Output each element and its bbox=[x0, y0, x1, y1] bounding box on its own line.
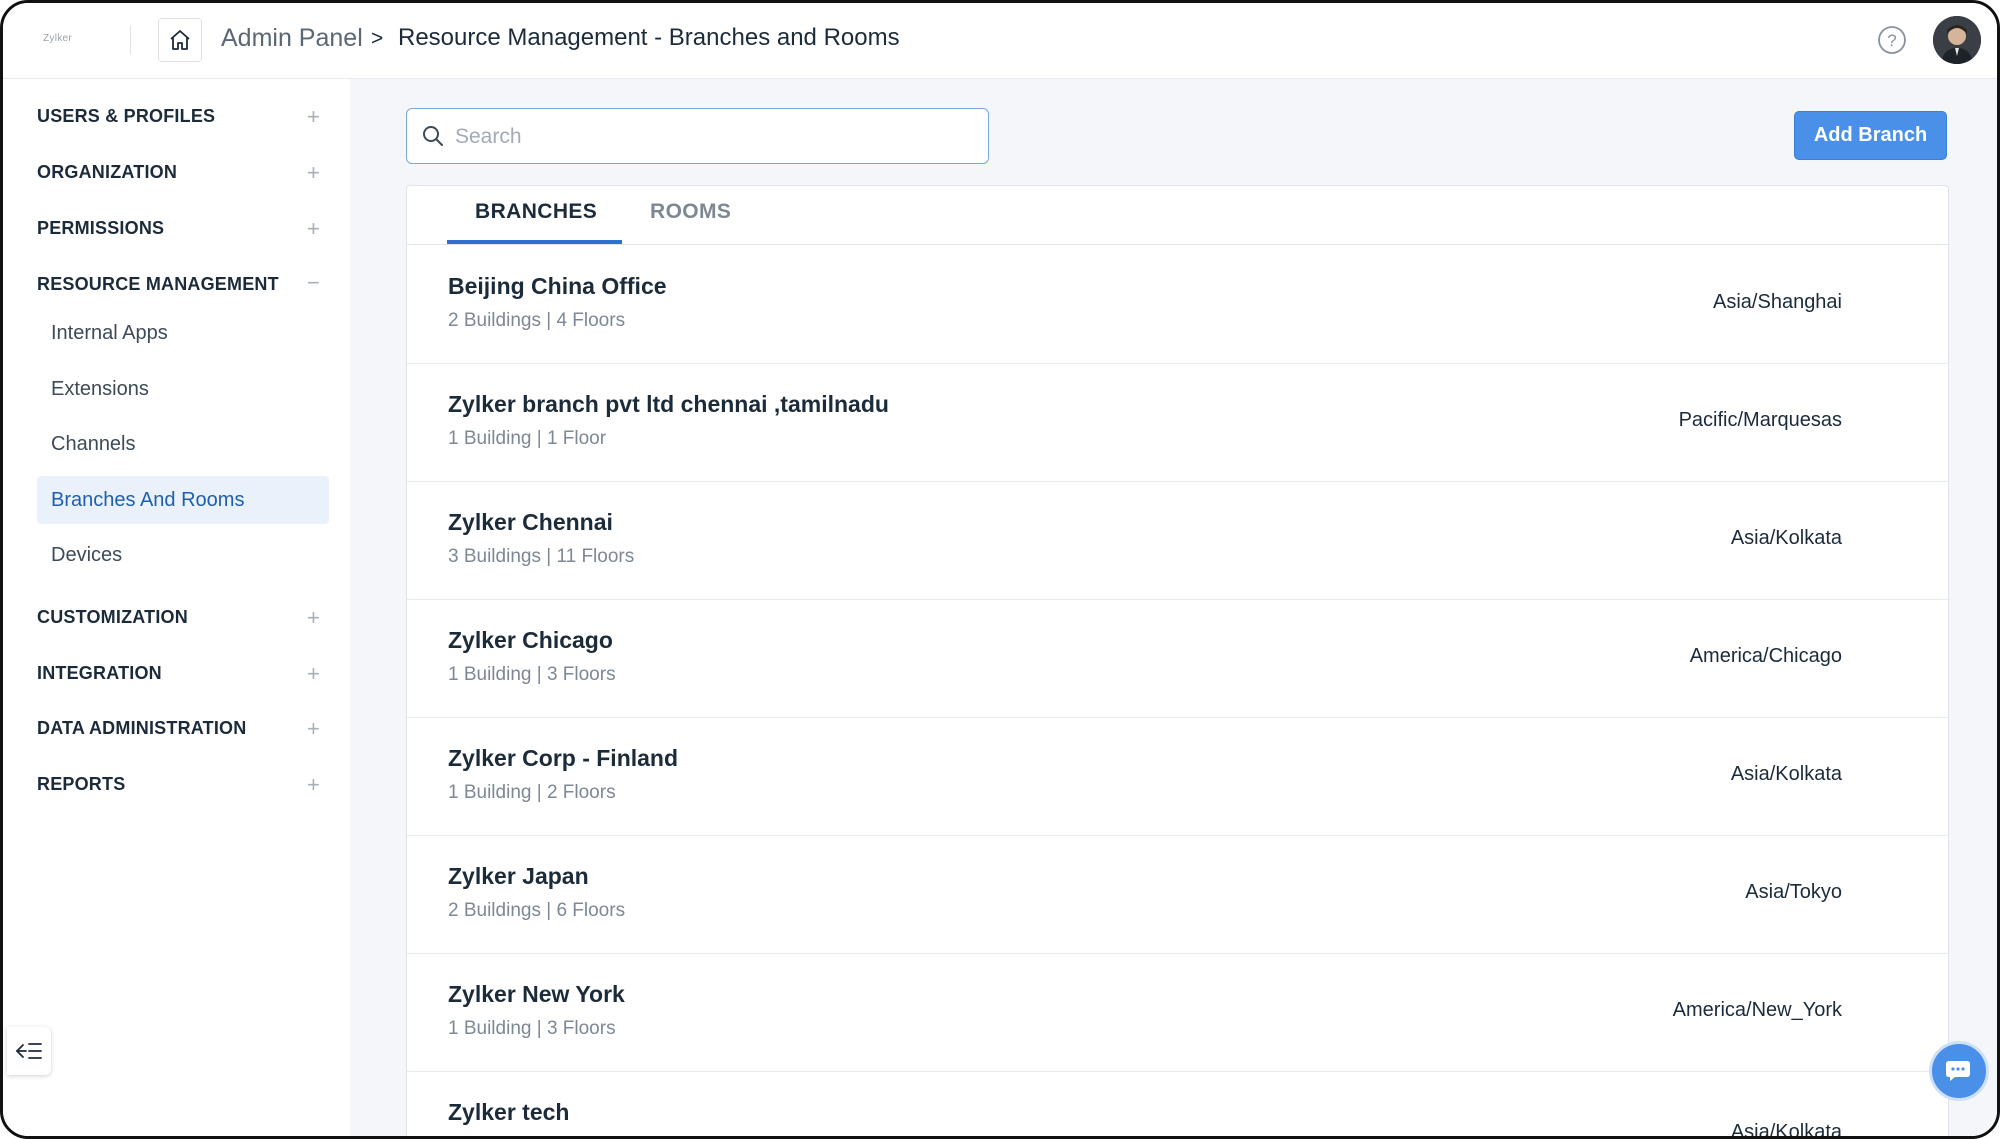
sidebar-item-internal-apps[interactable]: Internal Apps bbox=[37, 309, 329, 357]
search-box[interactable] bbox=[406, 108, 989, 164]
section-label: INTEGRATION bbox=[37, 663, 162, 683]
branch-timezone: Asia/Shanghai bbox=[1713, 291, 1842, 313]
branch-name: Beijing China Office bbox=[448, 273, 667, 299]
home-icon bbox=[170, 30, 190, 50]
branch-timezone: America/Chicago bbox=[1689, 645, 1842, 667]
sidebar: USERS & PROFILES + ORGANIZATION + PERMIS… bbox=[3, 79, 350, 1136]
chat-button[interactable] bbox=[1929, 1041, 1989, 1101]
zylker-logo[interactable]: Zylker bbox=[43, 33, 72, 44]
branch-name: Zylker tech bbox=[448, 1099, 570, 1125]
expand-icon[interactable]: + bbox=[307, 663, 320, 685]
branch-row[interactable]: Zylker branch pvt ltd chennai ,tamilnadu… bbox=[407, 363, 1948, 482]
section-label: PERMISSIONS bbox=[37, 218, 165, 238]
avatar[interactable] bbox=[1933, 16, 1981, 64]
tab-branches[interactable]: BRANCHES bbox=[475, 200, 597, 224]
branch-row[interactable]: Zylker New York 1 Building | 3 Floors Am… bbox=[407, 953, 1948, 1072]
sidebar-item-channels[interactable]: Channels bbox=[37, 420, 329, 468]
sidebar-item-branches-and-rooms[interactable]: Branches And Rooms bbox=[37, 476, 329, 524]
logo-text: Zylker bbox=[43, 33, 73, 44]
expand-icon[interactable]: + bbox=[307, 718, 320, 740]
expand-icon[interactable]: + bbox=[307, 162, 320, 184]
branch-timezone: Asia/Kolkata bbox=[1730, 1121, 1842, 1139]
question-circle-icon[interactable]: ? bbox=[1877, 25, 1907, 55]
svg-text:?: ? bbox=[1887, 31, 1896, 50]
search-input[interactable] bbox=[453, 119, 977, 155]
main-content: Add Branch BRANCHES ROOMS Beijing China … bbox=[350, 79, 1997, 1139]
collapse-sidebar-button[interactable] bbox=[7, 1027, 51, 1075]
sidebar-item-devices[interactable]: Devices bbox=[37, 531, 329, 579]
branch-name: Zylker Japan bbox=[448, 863, 589, 889]
tab-bar: BRANCHES ROOMS bbox=[407, 186, 1948, 245]
branch-timezone: America/New_York bbox=[1672, 999, 1842, 1021]
expand-icon[interactable]: + bbox=[307, 106, 320, 128]
breadcrumb-admin-panel[interactable]: Admin Panel bbox=[221, 24, 363, 53]
header-divider bbox=[130, 25, 131, 55]
branch-timezone: Asia/Kolkata bbox=[1730, 527, 1842, 549]
sidebar-item-extensions[interactable]: Extensions bbox=[37, 365, 329, 413]
branch-row[interactable]: Zylker tech Asia/Kolkata bbox=[407, 1071, 1948, 1139]
section-label: REPORTS bbox=[37, 774, 126, 794]
branch-meta: 3 Buildings | 11 Floors bbox=[448, 546, 635, 567]
app-window: Zylker Admin Panel > Resource Management… bbox=[0, 0, 2000, 1139]
active-tab-indicator bbox=[447, 240, 622, 244]
branch-timezone: Pacific/Marquesas bbox=[1678, 409, 1842, 431]
expand-icon[interactable]: + bbox=[307, 607, 320, 629]
branch-meta: 1 Building | 1 Floor bbox=[448, 428, 607, 449]
collapse-sidebar-icon bbox=[15, 1043, 42, 1059]
branch-name: Zylker New York bbox=[448, 981, 625, 1007]
branch-meta: 1 Building | 2 Floors bbox=[448, 782, 616, 803]
page-title: Resource Management - Branches and Rooms bbox=[398, 24, 900, 51]
branch-row[interactable]: Zylker Japan 2 Buildings | 6 Floors Asia… bbox=[407, 835, 1948, 954]
section-label: CUSTOMIZATION bbox=[37, 607, 188, 627]
expand-icon[interactable]: + bbox=[307, 774, 320, 796]
tab-rooms[interactable]: ROOMS bbox=[650, 200, 731, 224]
section-label: ORGANIZATION bbox=[37, 162, 178, 182]
top-header: Zylker Admin Panel > Resource Management… bbox=[3, 3, 1997, 79]
branch-meta: 1 Building | 3 Floors bbox=[448, 664, 616, 685]
collapse-icon[interactable]: − bbox=[307, 272, 320, 294]
branch-name: Zylker branch pvt ltd chennai ,tamilnadu bbox=[448, 391, 889, 417]
add-branch-button[interactable]: Add Branch bbox=[1794, 111, 1947, 160]
branch-row[interactable]: Zylker Chennai 3 Buildings | 11 Floors A… bbox=[407, 481, 1948, 600]
branch-meta: 2 Buildings | 6 Floors bbox=[448, 900, 626, 921]
branch-meta: 2 Buildings | 4 Floors bbox=[448, 310, 626, 331]
chat-bubble-icon bbox=[1946, 1061, 1970, 1081]
section-label: DATA ADMINISTRATION bbox=[37, 718, 247, 738]
branch-timezone: Asia/Tokyo bbox=[1745, 881, 1842, 903]
branch-row[interactable]: Zylker Chicago 1 Building | 3 Floors Ame… bbox=[407, 599, 1948, 718]
branch-row[interactable]: Beijing China Office 2 Buildings | 4 Flo… bbox=[407, 245, 1948, 364]
branch-name: Zylker Chennai bbox=[448, 509, 613, 535]
branch-timezone: Asia/Kolkata bbox=[1730, 763, 1842, 785]
branch-row[interactable]: Zylker Corp - Finland 1 Building | 2 Flo… bbox=[407, 717, 1948, 836]
home-button[interactable] bbox=[158, 18, 202, 62]
branches-panel: BRANCHES ROOMS Beijing China Office 2 Bu… bbox=[406, 185, 1949, 1139]
branch-name: Zylker Chicago bbox=[448, 627, 613, 653]
expand-icon[interactable]: + bbox=[307, 218, 320, 240]
section-label: RESOURCE MANAGEMENT bbox=[37, 274, 279, 294]
search-icon bbox=[423, 126, 443, 146]
section-label: USERS & PROFILES bbox=[37, 106, 216, 126]
breadcrumb-separator: > bbox=[371, 27, 384, 50]
branch-meta: 1 Building | 3 Floors bbox=[448, 1018, 616, 1039]
branch-name: Zylker Corp - Finland bbox=[448, 745, 679, 771]
